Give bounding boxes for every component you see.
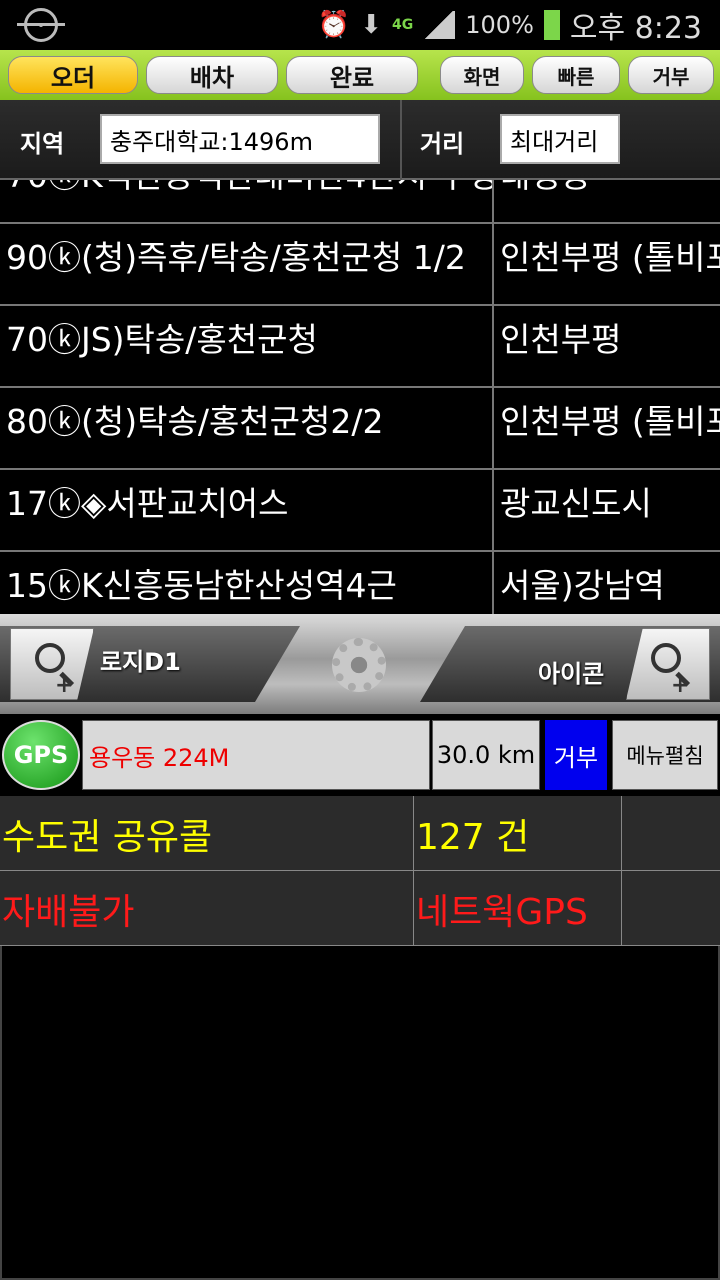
list-item[interactable]: 15ⓚK신흥동남한산성역4근 서울)강남역 xyxy=(0,552,720,614)
order-list[interactable]: 70ⓚK석관동석관래미안4단지 구청 태평동 90ⓚ(청)즉후/탁송/홍천군청 … xyxy=(0,180,720,614)
order-pickup: 17ⓚ◈서판교치어스 xyxy=(6,484,289,523)
plus-icon: + xyxy=(671,673,690,698)
list-item[interactable]: 70ⓚK석관동석관래미안4단지 구청 태평동 xyxy=(0,180,720,224)
tab-order[interactable]: 오더 xyxy=(8,56,138,94)
map-toolbar: + 로지D1 아이콘 + xyxy=(0,614,720,714)
gps-bar: GPS 용우동 224M 30.0 km 거부 메뉴펼침 xyxy=(0,714,720,796)
distance-range[interactable]: 30.0 km xyxy=(432,720,540,790)
location-target-icon xyxy=(17,8,65,42)
menu-expand-button[interactable]: 메뉴펼침 xyxy=(612,720,718,790)
list-item[interactable]: 70ⓚJS)탁송/홍천군청 인천부평 xyxy=(0,306,720,388)
signal-icon xyxy=(423,11,456,39)
download-icon: ⬇ xyxy=(360,10,383,40)
region-label: 지역 xyxy=(20,130,65,158)
list-item[interactable]: 17ⓚ◈서판교치어스 광교신도시 xyxy=(0,470,720,552)
fast-button[interactable]: 빠른 xyxy=(532,56,620,94)
reject-button[interactable]: 거부 xyxy=(543,718,609,792)
alarm-icon: ⏰ xyxy=(317,10,351,40)
status-bar-right: ⏰ ⬇ 4G 100% 오후 8:23 xyxy=(318,4,702,46)
summary-table: 수도권 공유콜 127 건 자배불가 네트웍GPS xyxy=(0,796,720,946)
summary-empty-cell xyxy=(622,796,720,871)
magnifier-icon xyxy=(651,643,681,673)
summary-region: 수도권 공유콜 xyxy=(0,796,414,871)
order-dropoff: 태평동 xyxy=(492,180,720,222)
battery-percent: 100% xyxy=(465,11,534,39)
summary-empty-cell xyxy=(622,871,720,946)
distance-field[interactable]: 최대거리 xyxy=(500,114,620,164)
tab-bar: 오더 배차 완료 화면 빠른 거부 xyxy=(0,50,720,100)
summary-count: 127 건 xyxy=(414,796,622,871)
current-location: 용우동 224M xyxy=(82,720,430,790)
filter-bar: 지역 충주대학교:1496m 거리 최대거리 xyxy=(0,100,720,180)
summary-gps-mode: 네트웍GPS xyxy=(414,871,622,946)
plus-icon: + xyxy=(55,673,74,698)
order-pickup: 70ⓚK석관동석관래미안4단지 구청 xyxy=(0,180,492,222)
gps-button[interactable]: GPS xyxy=(2,720,80,790)
region-field[interactable]: 충주대학교:1496m xyxy=(100,114,380,164)
summary-status: 자배불가 xyxy=(0,871,414,946)
order-pickup: 15ⓚK신흥동남한산성역4근 xyxy=(6,566,397,605)
battery-icon xyxy=(543,10,560,40)
order-dropoff: 서울)강남역 xyxy=(492,552,720,614)
map-area[interactable] xyxy=(0,946,720,1280)
clock: 오후 8:23 xyxy=(569,11,702,46)
summary-row: 자배불가 네트웍GPS xyxy=(0,871,720,946)
order-dropoff: 인천부평 (톨비포함 xyxy=(492,224,720,304)
list-item[interactable]: 80ⓚ(청)탁송/홍천군청2/2 인천부평 (톨비포함 xyxy=(0,388,720,470)
status-bar: ⏰ ⬇ 4G 100% 오후 8:23 xyxy=(0,0,720,50)
order-pickup: 70ⓚJS)탁송/홍천군청 xyxy=(6,320,318,359)
distance-label: 거리 xyxy=(420,130,465,158)
gear-icon[interactable] xyxy=(332,638,386,692)
filter-divider xyxy=(400,100,402,180)
toolbar-left-label: 로지D1 xyxy=(100,648,181,676)
order-dropoff: 인천부평 xyxy=(492,306,720,386)
list-item[interactable]: 90ⓚ(청)즉후/탁송/홍천군청 1/2 인천부평 (톨비포함 xyxy=(0,224,720,306)
tab-dispatch[interactable]: 배차 xyxy=(146,56,278,94)
order-pickup: 80ⓚ(청)탁송/홍천군청2/2 xyxy=(6,402,384,441)
order-dropoff: 인천부평 (톨비포함 xyxy=(492,388,720,468)
order-pickup: 90ⓚ(청)즉후/탁송/홍천군청 1/2 xyxy=(6,238,466,277)
reject-tab-button[interactable]: 거부 xyxy=(628,56,714,94)
magnifier-icon xyxy=(35,643,65,673)
screen-button[interactable]: 화면 xyxy=(440,56,524,94)
order-dropoff: 광교신도시 xyxy=(492,470,720,550)
summary-row: 수도권 공유콜 127 건 xyxy=(0,796,720,871)
toolbar-right-label: 아이콘 xyxy=(538,660,605,688)
network-type-icon: 4G xyxy=(392,17,414,33)
tab-complete[interactable]: 완료 xyxy=(286,56,418,94)
